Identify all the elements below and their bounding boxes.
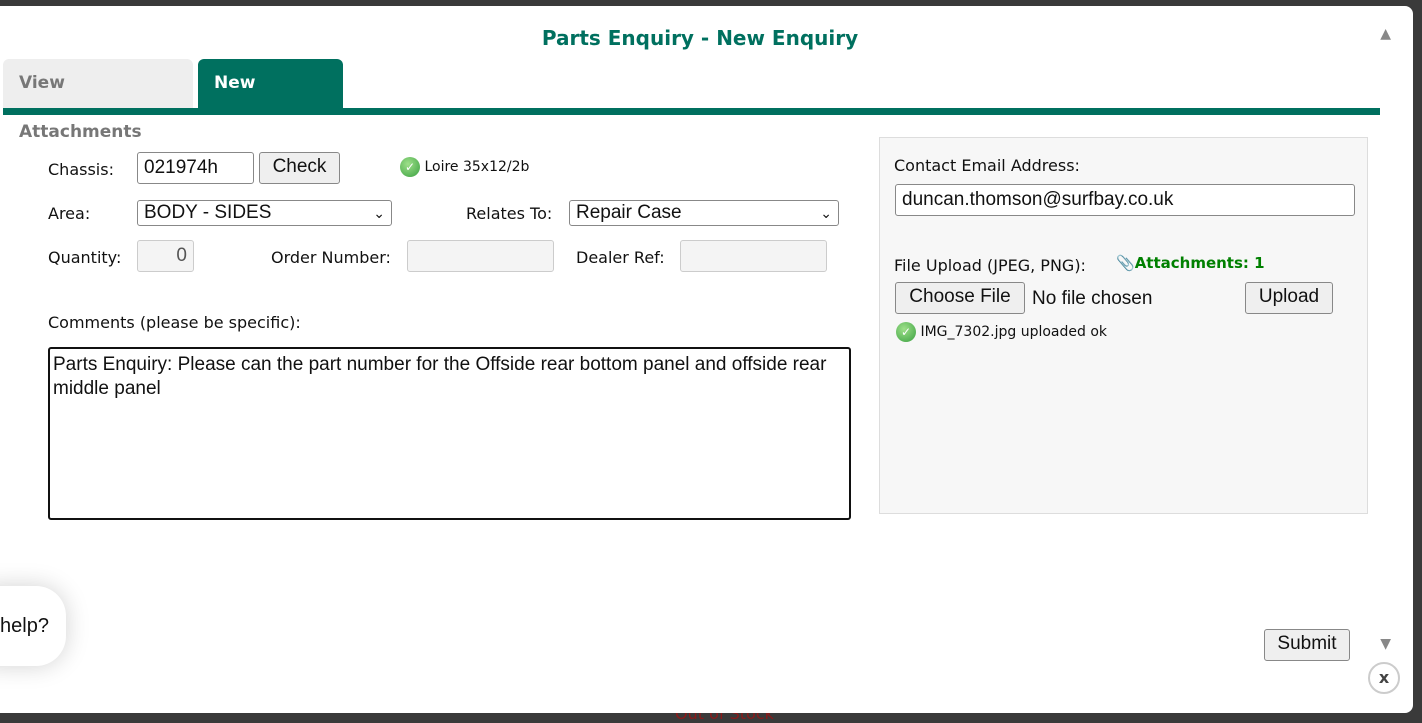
tab-divider bbox=[3, 108, 1380, 115]
upload-status-text: IMG_7302.jpg uploaded ok bbox=[920, 324, 1108, 340]
email-input[interactable]: duncan.thomson@surfbay.co.uk bbox=[895, 184, 1355, 216]
email-label: Contact Email Address: bbox=[894, 156, 1080, 175]
close-modal-button[interactable]: x bbox=[1368, 662, 1400, 694]
upload-status: ✓ IMG_7302.jpg uploaded ok bbox=[896, 322, 1107, 342]
attachments-count[interactable]: 📎Attachments: 1 bbox=[1116, 254, 1265, 272]
comments-textarea[interactable]: Parts Enquiry: Please can the part numbe… bbox=[48, 347, 851, 520]
quantity-input[interactable]: 0 bbox=[137, 240, 194, 272]
upload-button[interactable]: Upload bbox=[1245, 282, 1333, 314]
area-label: Area: bbox=[48, 204, 91, 223]
relates-to-label: Relates To: bbox=[466, 204, 553, 223]
paperclip-icon: 📎 bbox=[1116, 254, 1135, 272]
check-button[interactable]: Check bbox=[259, 152, 340, 184]
attachments-count-text: Attachments: 1 bbox=[1134, 254, 1265, 272]
dealer-ref-label: Dealer Ref: bbox=[576, 248, 665, 267]
scroll-up-icon[interactable]: ▲ bbox=[1380, 26, 1391, 42]
dealer-ref-input[interactable] bbox=[680, 240, 827, 272]
choose-file-button[interactable]: Choose File bbox=[895, 282, 1025, 314]
chassis-result: ✓ Loire 35x12/2b bbox=[400, 157, 529, 177]
chevron-down-icon: ⌄ bbox=[373, 205, 385, 221]
tab-view-attachments[interactable]: View Attachments bbox=[3, 59, 193, 142]
relates-to-selected-value: Repair Case bbox=[576, 202, 682, 223]
scroll-down-icon[interactable]: ▼ bbox=[1380, 636, 1391, 652]
submit-button[interactable]: Submit bbox=[1264, 629, 1350, 661]
area-selected-value: BODY - SIDES bbox=[144, 202, 272, 223]
help-chat-bubble[interactable]: help? bbox=[0, 586, 66, 666]
order-number-label: Order Number: bbox=[271, 248, 391, 267]
chassis-model-text: Loire 35x12/2b bbox=[424, 159, 530, 175]
contact-upload-panel: Contact Email Address: duncan.thomson@su… bbox=[879, 137, 1368, 514]
file-upload-label: File Upload (JPEG, PNG): bbox=[894, 256, 1086, 275]
chevron-down-icon: ⌄ bbox=[820, 205, 832, 221]
area-select[interactable]: BODY - SIDES ⌄ bbox=[137, 200, 392, 226]
no-file-chosen-text: No file chosen bbox=[1032, 288, 1153, 309]
check-circle-icon: ✓ bbox=[896, 322, 916, 342]
chassis-label: Chassis: bbox=[48, 160, 114, 179]
comments-label: Comments (please be specific): bbox=[48, 313, 301, 332]
modal-title: Parts Enquiry - New Enquiry bbox=[541, 26, 859, 50]
chassis-input[interactable]: 021974h bbox=[137, 152, 254, 184]
check-circle-icon: ✓ bbox=[400, 157, 420, 177]
tab-new-enquiry[interactable]: New Enquiry bbox=[198, 59, 343, 142]
order-number-input[interactable] bbox=[407, 240, 554, 272]
quantity-label: Quantity: bbox=[48, 248, 122, 267]
parts-enquiry-modal: Parts Enquiry - New Enquiry View Attachm… bbox=[0, 6, 1413, 713]
relates-to-select[interactable]: Repair Case ⌄ bbox=[569, 200, 839, 226]
